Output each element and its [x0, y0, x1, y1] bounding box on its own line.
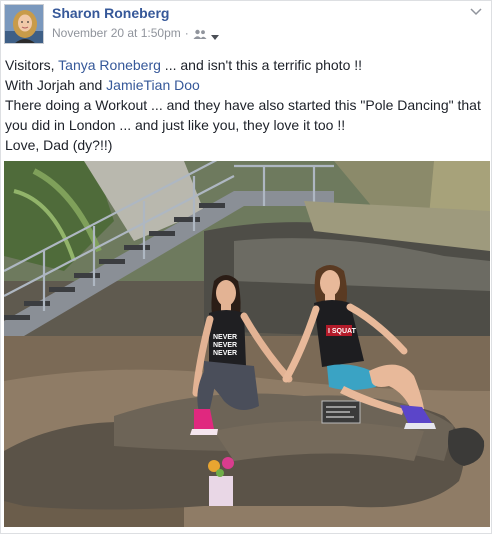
author-avatar[interactable]: [4, 4, 44, 44]
message-line-4: you did in London ... and just like you,…: [5, 117, 346, 133]
svg-text:NEVER: NEVER: [213, 342, 237, 349]
tagged-user-tanya[interactable]: Tanya Roneberg: [58, 57, 161, 73]
post-options-chevron-icon[interactable]: [469, 7, 483, 17]
friends-icon[interactable]: [193, 28, 207, 39]
feed-post: Sharon Roneberg November 20 at 1:50pm · …: [0, 0, 492, 534]
message-line-5: Love, Dad (dy?!!): [5, 137, 113, 153]
message-line-2: With Jorjah and JamieTian Doo: [5, 77, 200, 93]
post-photo[interactable]: NEVER NEVER NEVER I SQUAT: [4, 161, 490, 527]
svg-text:NEVER: NEVER: [213, 350, 237, 357]
message-line-3: There doing a Workout ... and they have …: [5, 97, 481, 113]
post-message: Visitors, Tanya Roneberg ... and isn't t…: [5, 55, 489, 155]
message-line-1: Visitors, Tanya Roneberg ... and isn't t…: [5, 57, 363, 73]
post-timestamp[interactable]: November 20 at 1:50pm: [52, 26, 181, 40]
svg-text:I SQUAT: I SQUAT: [328, 328, 357, 335]
meta-separator: ·: [184, 26, 189, 40]
chevron-down-icon[interactable]: [210, 30, 219, 40]
tagged-user-jamietian[interactable]: JamieTian Doo: [106, 77, 200, 93]
author-name[interactable]: Sharon Roneberg: [52, 5, 169, 21]
post-meta: November 20 at 1:50pm ·: [52, 26, 219, 40]
svg-text:NEVER: NEVER: [213, 334, 237, 341]
